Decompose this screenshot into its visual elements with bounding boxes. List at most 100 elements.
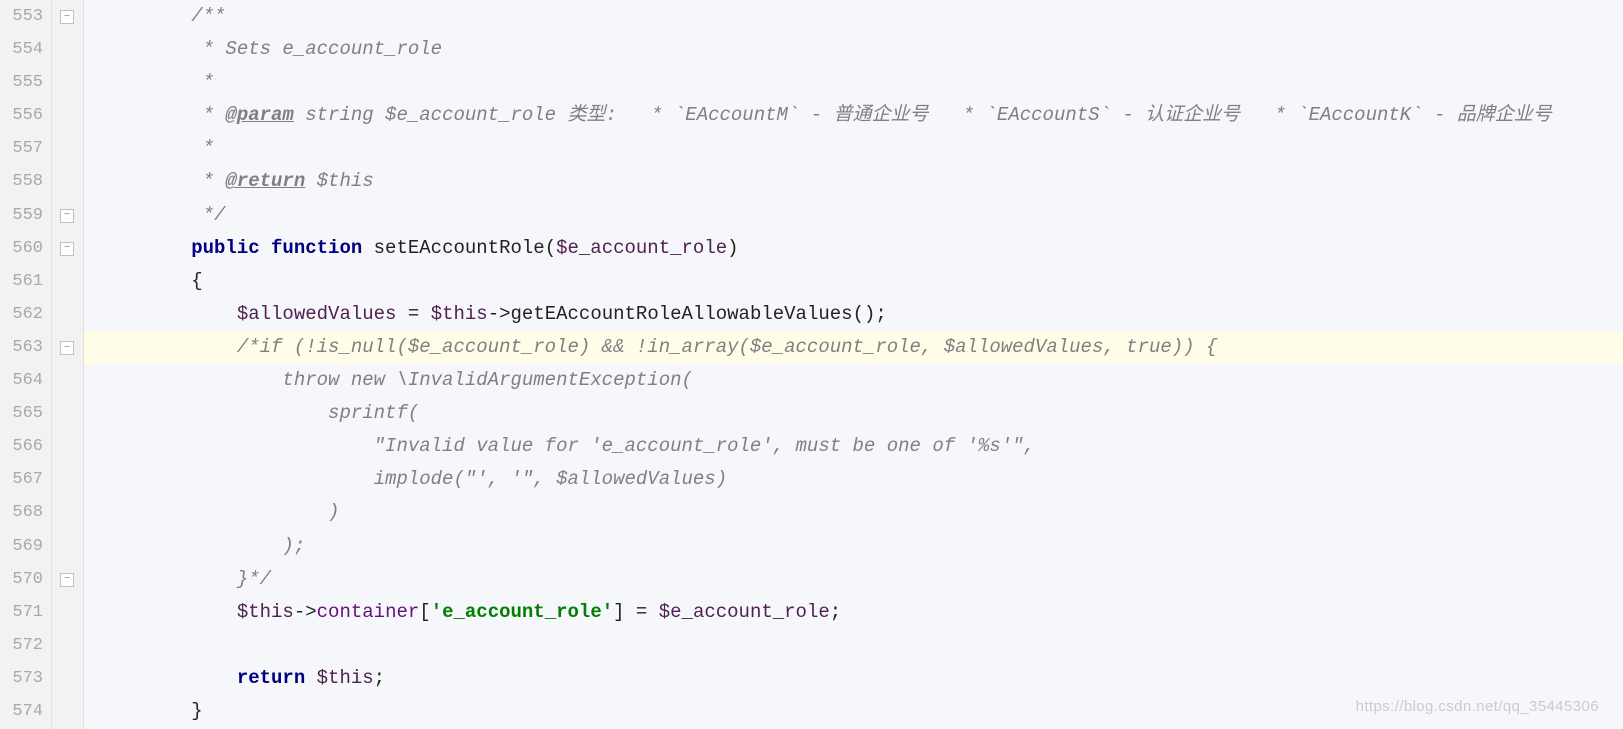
code-token: $allowedValues [237,303,397,325]
code-token: $this [317,667,374,689]
code-token: * [100,104,225,126]
code-line[interactable]: * @return $this [84,165,1623,198]
code-line[interactable]: throw new \InvalidArgumentException( [84,364,1623,397]
code-token: $e_account_role [659,601,830,623]
code-token: ); [100,535,305,557]
code-token: */ [100,204,225,226]
line-number: 569 [0,530,51,563]
code-line[interactable] [84,629,1623,662]
code-token: return [237,667,317,689]
code-editor[interactable]: 5535545555565575585595605615625635645655… [0,0,1623,729]
code-token: ) [727,237,738,259]
line-number: 565 [0,397,51,430]
line-number: 567 [0,463,51,496]
code-token: ( [545,237,556,259]
code-token: @return [225,170,305,192]
code-token [100,303,237,325]
fold-toggle-icon[interactable] [60,242,74,256]
code-token: -> [294,601,317,623]
line-number: 553 [0,0,51,33]
line-number: 570 [0,563,51,596]
code-token: /*if (!is_null($e_account_role) && !in_a… [100,336,1217,358]
code-line[interactable]: public function setEAccountRole($e_accou… [84,232,1623,265]
fold-toggle-icon[interactable] [60,573,74,587]
code-token: getEAccountRoleAllowableValues [511,303,853,325]
code-token: * Sets e_account_role [100,38,442,60]
code-token: $this [237,601,294,623]
code-line[interactable]: { [84,265,1623,298]
code-line[interactable]: }*/ [84,563,1623,596]
line-number: 557 [0,132,51,165]
line-number: 558 [0,165,51,198]
code-line[interactable]: sprintf( [84,397,1623,430]
code-line[interactable]: $allowedValues = $this->getEAccountRoleA… [84,298,1623,331]
fold-toggle-icon[interactable] [60,209,74,223]
code-token: /** [100,5,225,27]
line-number: 564 [0,364,51,397]
code-line[interactable]: ) [84,496,1623,529]
code-area[interactable]: /** * Sets e_account_role * * @param str… [84,0,1623,729]
code-line[interactable]: $this->container['e_account_role'] = $e_… [84,596,1623,629]
code-token: $this [305,170,373,192]
code-token: @param [225,104,293,126]
code-token: implode("', '", $allowedValues) [100,468,727,490]
code-token: }*/ [100,568,271,590]
code-token: ; [374,667,385,689]
code-token: public function [191,237,373,259]
code-token: * [100,137,214,159]
code-token: -> [488,303,511,325]
line-number: 556 [0,99,51,132]
line-number: 574 [0,695,51,728]
line-number: 571 [0,596,51,629]
code-token: ] = [613,601,659,623]
code-line[interactable]: */ [84,199,1623,232]
line-number-gutter: 5535545555565575585595605615625635645655… [0,0,52,729]
fold-toggle-icon[interactable] [60,341,74,355]
line-number: 562 [0,298,51,331]
code-token: * [100,170,225,192]
code-token [100,667,237,689]
code-line[interactable]: return $this; [84,662,1623,695]
code-line[interactable]: implode("', '", $allowedValues) [84,463,1623,496]
code-token: { [100,270,203,292]
code-line[interactable]: /** [84,0,1623,33]
code-line[interactable]: * [84,132,1623,165]
line-number: 561 [0,265,51,298]
code-token: 'e_account_role' [431,601,613,623]
line-number: 566 [0,430,51,463]
fold-column[interactable] [52,0,84,729]
line-number: 563 [0,331,51,364]
code-token: (); [853,303,887,325]
code-token: $e_account_role [556,237,727,259]
line-number: 560 [0,232,51,265]
code-token: setEAccountRole [374,237,545,259]
line-number: 568 [0,496,51,529]
code-token: "Invalid value for 'e_account_role', mus… [100,435,1035,457]
code-line[interactable]: * [84,66,1623,99]
watermark-text: https://blog.csdn.net/qq_35445306 [1356,698,1599,715]
code-token: ; [830,601,841,623]
code-line[interactable]: /*if (!is_null($e_account_role) && !in_a… [84,331,1623,364]
code-token: throw new \InvalidArgumentException( [100,369,693,391]
code-token: } [100,700,203,722]
line-number: 559 [0,199,51,232]
line-number: 572 [0,629,51,662]
code-token: * [100,71,214,93]
code-token: string $e_account_role 类型: * `EAccountM`… [294,104,1552,126]
code-token [100,601,237,623]
code-line[interactable]: "Invalid value for 'e_account_role', mus… [84,430,1623,463]
code-token: = [396,303,430,325]
line-number: 573 [0,662,51,695]
code-token: ) [100,501,339,523]
code-token: container [317,601,420,623]
code-line[interactable]: * @param string $e_account_role 类型: * `E… [84,99,1623,132]
code-token: $this [431,303,488,325]
code-line[interactable]: ); [84,530,1623,563]
code-line[interactable]: * Sets e_account_role [84,33,1623,66]
code-token: [ [419,601,430,623]
line-number: 554 [0,33,51,66]
fold-toggle-icon[interactable] [60,10,74,24]
code-token [100,237,191,259]
line-number: 555 [0,66,51,99]
code-token: sprintf( [100,402,419,424]
